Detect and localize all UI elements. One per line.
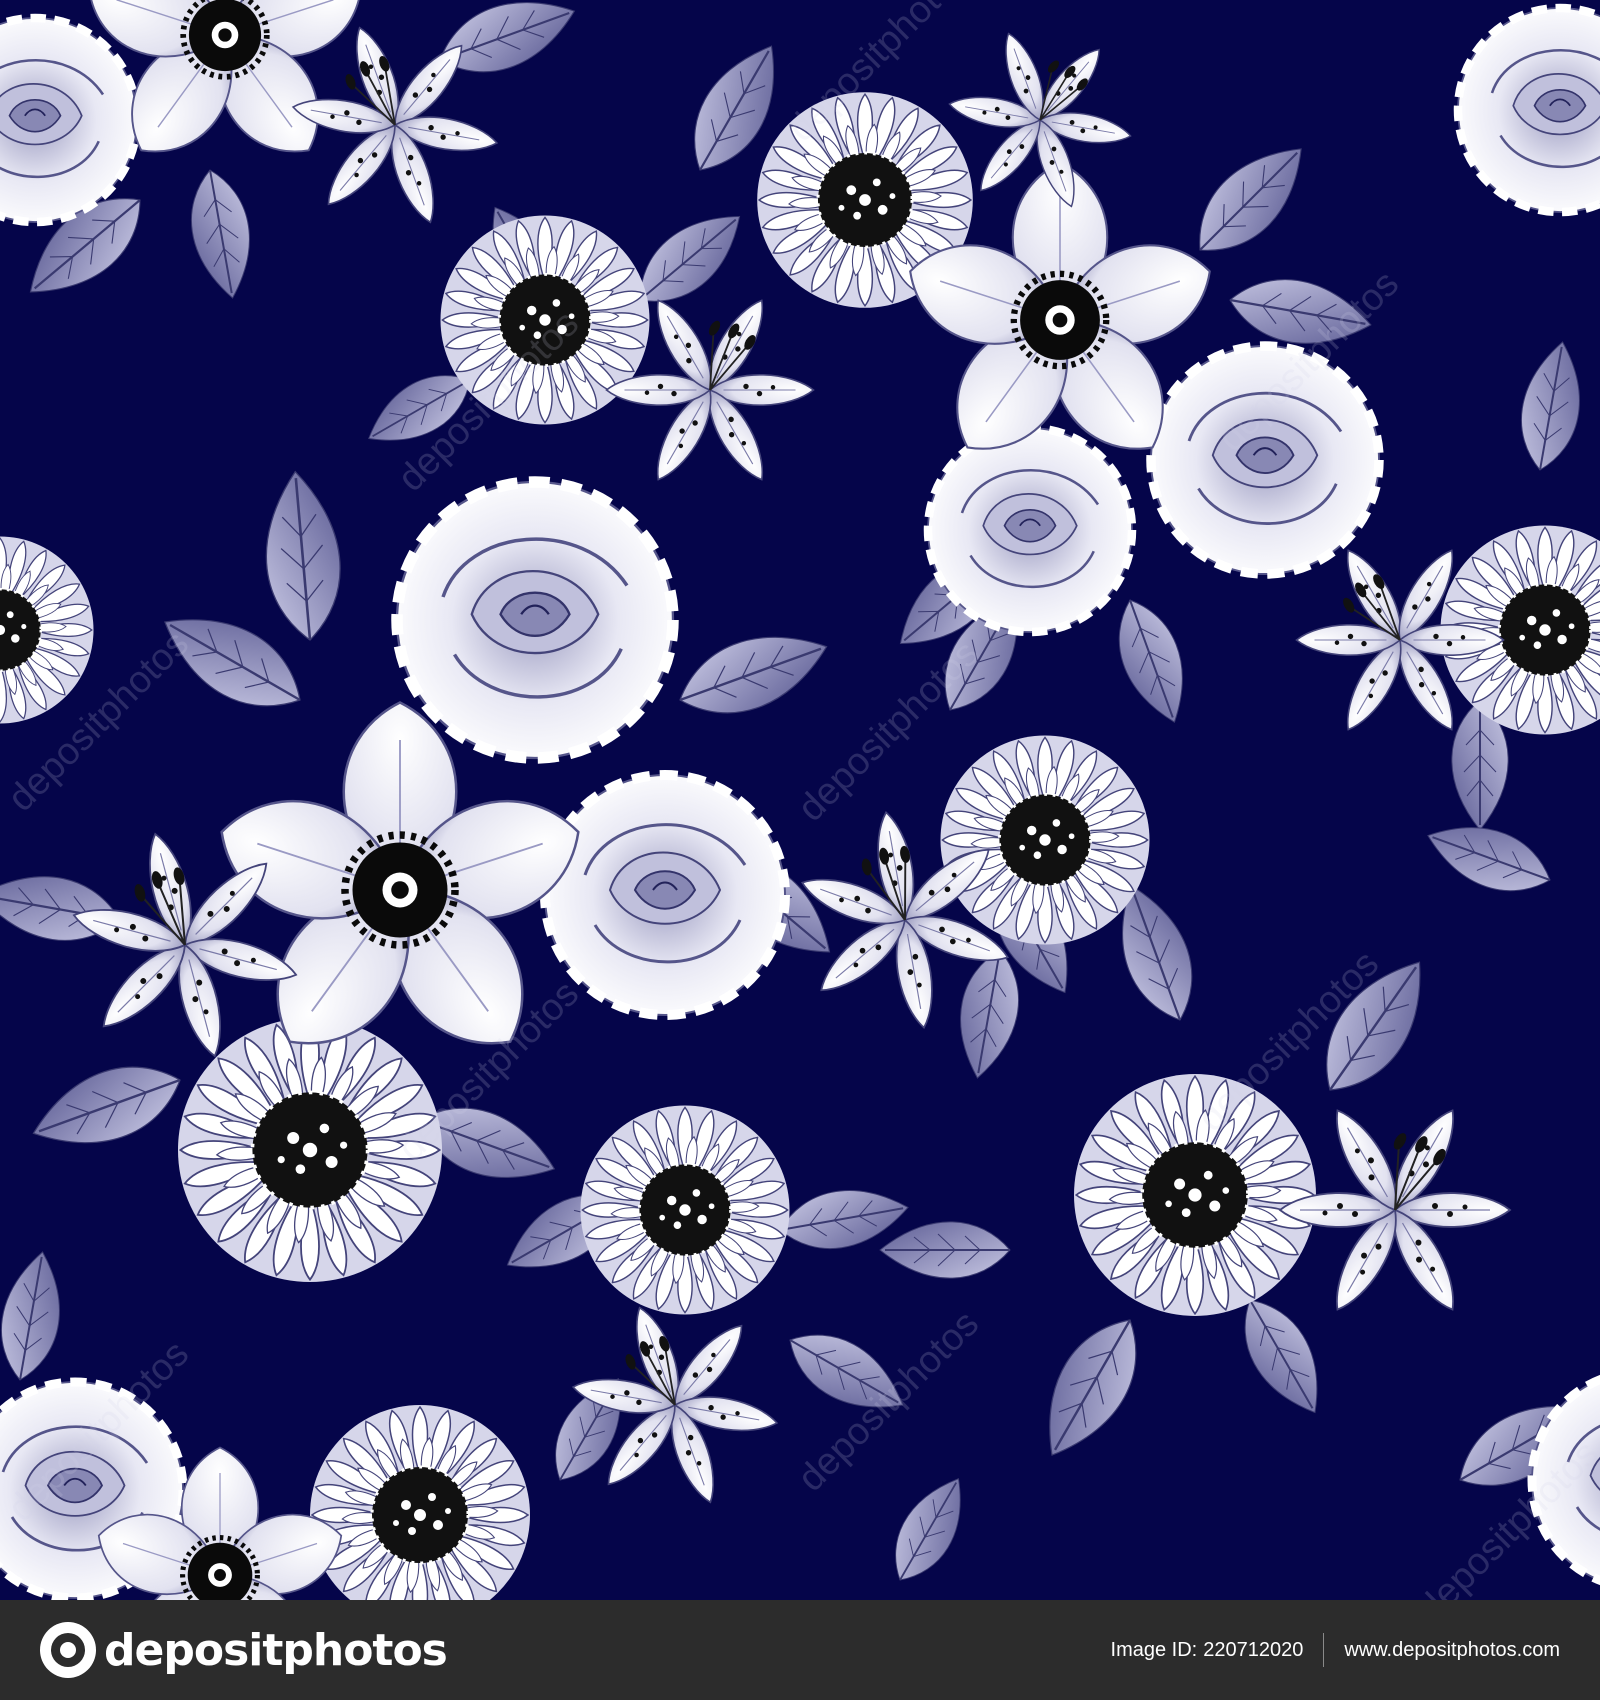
depositphotos-logo-icon [40,1622,96,1678]
footer-info: Image ID: 220712020 www.depositphotos.co… [1111,1633,1560,1667]
floral-pattern-image: depositphotos depositphotos depositphoto… [0,0,1600,1600]
stock-footer-bar: depositphotos Image ID: 220712020 www.de… [0,1600,1600,1700]
site-url-link[interactable]: www.depositphotos.com [1344,1639,1560,1662]
footer-divider [1323,1633,1325,1667]
depositphotos-logo[interactable]: depositphotos [40,1622,448,1678]
logo-text: depositphotos [104,1624,448,1676]
floral-pattern-svg [0,0,1600,1600]
image-id-value: 220712020 [1203,1638,1304,1661]
image-id-label: Image ID: [1110,1638,1198,1661]
